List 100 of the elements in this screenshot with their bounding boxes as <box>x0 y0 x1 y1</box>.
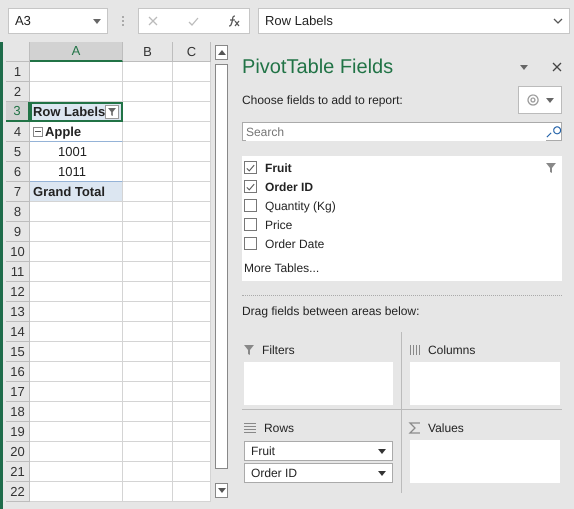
more-tables-link[interactable]: More Tables... <box>244 259 560 277</box>
field-label[interactable]: Quantity (Kg) <box>265 196 560 214</box>
table-cell[interactable] <box>173 442 211 462</box>
field-chip[interactable]: Order ID <box>244 463 393 483</box>
table-cell[interactable] <box>123 222 173 242</box>
field-checkbox[interactable] <box>244 237 257 250</box>
table-cell[interactable] <box>30 242 123 262</box>
table-cell[interactable] <box>30 382 123 402</box>
drop-area[interactable] <box>244 362 393 405</box>
drop-area[interactable] <box>410 362 560 405</box>
table-cell[interactable] <box>30 322 123 342</box>
row-header[interactable]: 3 <box>6 102 30 122</box>
table-cell[interactable] <box>123 182 173 202</box>
table-cell[interactable] <box>123 202 173 222</box>
row-header[interactable]: 16 <box>6 362 30 382</box>
table-cell[interactable] <box>173 482 211 502</box>
table-cell[interactable] <box>30 222 123 242</box>
table-cell[interactable] <box>173 342 211 362</box>
table-cell[interactable] <box>173 402 211 422</box>
table-cell[interactable] <box>123 462 173 482</box>
field-label[interactable]: Price <box>265 216 560 234</box>
table-cell[interactable] <box>30 202 123 222</box>
column-header[interactable]: B <box>123 42 173 62</box>
select-all-corner[interactable] <box>6 42 30 62</box>
table-cell[interactable] <box>30 462 123 482</box>
field-checkbox[interactable] <box>244 180 257 193</box>
collapse-toggle[interactable] <box>33 126 43 136</box>
table-cell[interactable] <box>123 482 173 502</box>
table-cell[interactable] <box>123 142 173 162</box>
row-header[interactable]: 11 <box>6 262 30 282</box>
row-header[interactable]: 19 <box>6 422 30 442</box>
table-cell[interactable] <box>123 82 173 102</box>
table-cell[interactable] <box>123 242 173 262</box>
table-cell[interactable] <box>173 382 211 402</box>
name-box[interactable]: A3 <box>8 8 108 34</box>
table-cell[interactable] <box>123 102 173 122</box>
row-header[interactable]: 20 <box>6 442 30 462</box>
filter-dropdown-button[interactable] <box>105 104 119 118</box>
insert-function-icon[interactable] <box>229 15 240 27</box>
row-header[interactable]: 14 <box>6 322 30 342</box>
row-header[interactable]: 2 <box>6 82 30 102</box>
table-cell[interactable] <box>123 302 173 322</box>
field-label[interactable]: Fruit <box>265 158 538 176</box>
table-cell[interactable] <box>173 202 211 222</box>
row-header[interactable]: 18 <box>6 402 30 422</box>
table-cell[interactable] <box>30 402 123 422</box>
field-label[interactable]: Order ID <box>265 178 560 196</box>
table-cell[interactable] <box>123 162 173 182</box>
table-cell[interactable] <box>30 62 123 82</box>
dropdown-icon[interactable] <box>520 64 528 70</box>
cancel-icon[interactable] <box>148 16 158 26</box>
row-header[interactable]: 21 <box>6 462 30 482</box>
table-cell[interactable] <box>123 122 173 142</box>
row-header[interactable]: 12 <box>6 282 30 302</box>
table-cell[interactable] <box>123 322 173 342</box>
field-checkbox[interactable] <box>244 218 257 231</box>
row-header[interactable]: 5 <box>6 142 30 162</box>
field-checkbox[interactable] <box>244 199 257 212</box>
close-icon[interactable] <box>552 62 562 72</box>
table-cell[interactable] <box>173 182 211 202</box>
row-header[interactable]: 4 <box>6 122 30 142</box>
table-cell[interactable] <box>123 62 173 82</box>
field-checkbox[interactable] <box>244 161 257 174</box>
row-header[interactable]: 8 <box>6 202 30 222</box>
table-cell[interactable] <box>173 362 211 382</box>
table-cell[interactable] <box>173 282 211 302</box>
table-cell[interactable] <box>30 442 123 462</box>
table-cell[interactable] <box>30 362 123 382</box>
table-cell[interactable] <box>123 362 173 382</box>
column-header[interactable]: A <box>30 42 123 62</box>
drop-area[interactable] <box>410 440 560 483</box>
column-header[interactable]: C <box>173 42 211 62</box>
table-cell[interactable] <box>173 62 211 82</box>
scroll-down-button[interactable] <box>215 483 228 498</box>
table-cell[interactable] <box>30 282 123 302</box>
table-cell[interactable] <box>173 322 211 342</box>
table-cell[interactable] <box>173 222 211 242</box>
row-header[interactable]: 13 <box>6 302 30 322</box>
table-cell[interactable] <box>123 442 173 462</box>
table-cell[interactable] <box>173 242 211 262</box>
table-cell[interactable] <box>173 462 211 482</box>
table-cell[interactable] <box>30 82 123 102</box>
row-header[interactable]: 17 <box>6 382 30 402</box>
row-header[interactable]: 6 <box>6 162 30 182</box>
row-header[interactable]: 7 <box>6 182 30 202</box>
table-cell[interactable] <box>173 122 211 142</box>
table-cell[interactable] <box>30 262 123 282</box>
check-icon[interactable] <box>188 16 199 26</box>
table-cell[interactable] <box>173 102 211 122</box>
table-cell[interactable] <box>30 342 123 362</box>
row-header[interactable]: 10 <box>6 242 30 262</box>
table-cell[interactable] <box>173 142 211 162</box>
search-field[interactable]: Search <box>242 122 562 141</box>
row-header[interactable]: 9 <box>6 222 30 242</box>
settings-button[interactable] <box>518 86 562 114</box>
table-cell[interactable] <box>173 262 211 282</box>
table-cell[interactable] <box>30 302 123 322</box>
table-cell[interactable] <box>173 422 211 442</box>
table-cell[interactable] <box>123 402 173 422</box>
table-cell[interactable] <box>123 342 173 362</box>
